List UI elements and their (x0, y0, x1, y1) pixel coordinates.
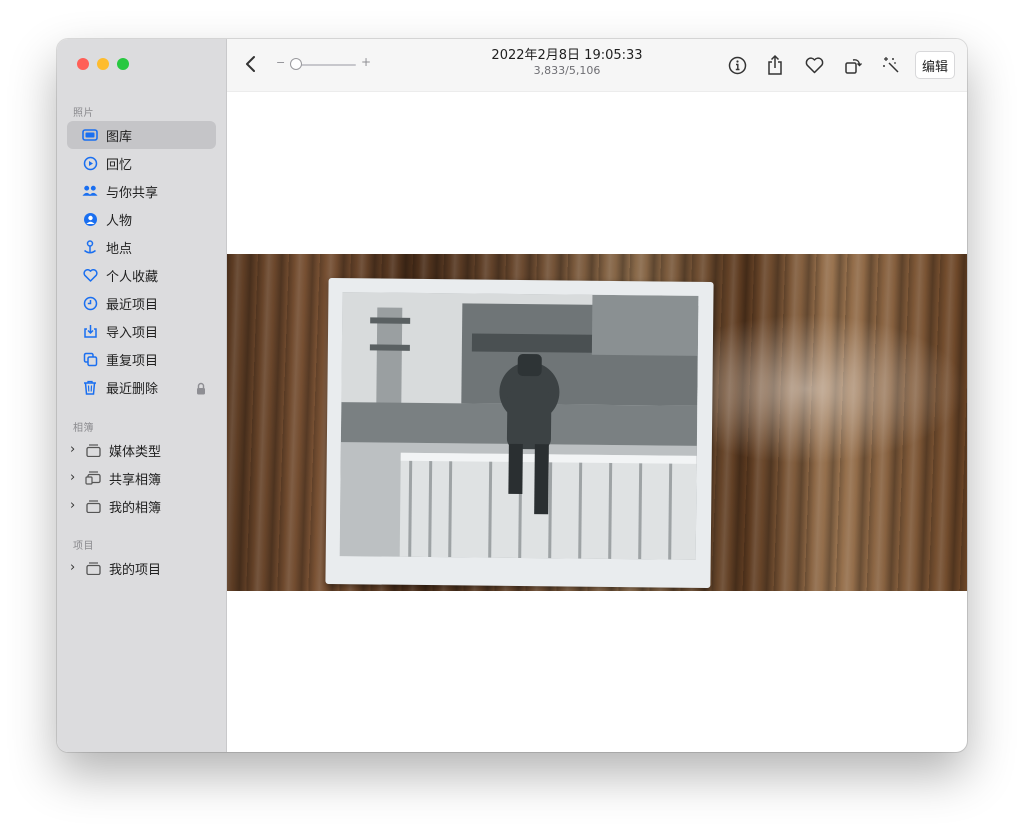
sidebar-item-label: 人物 (106, 213, 133, 229)
shared-with-you-icon (82, 183, 98, 199)
folder-icon (85, 442, 101, 458)
section-label-photos: 照片 (73, 108, 94, 119)
share-icon[interactable] (763, 53, 787, 77)
photos-window: 照片 图库 回忆 与你共享 人物 地点 个人收藏 最近项目 导入项目 重复项目 … (57, 39, 967, 752)
black-white-photo (339, 292, 699, 560)
sidebar-item-shared-with-you[interactable]: 与你共享 (67, 177, 216, 205)
sidebar-item-favorites[interactable]: 个人收藏 (67, 261, 216, 289)
sidebar-item-label: 共享相簿 (109, 472, 162, 488)
zoom-in-label: + (361, 55, 372, 69)
sidebar-item-label: 导入项目 (106, 325, 159, 341)
trash-icon (82, 379, 98, 395)
sidebar-item-media-types[interactable]: › 媒体类型 (67, 436, 216, 464)
info-icon[interactable] (725, 53, 749, 77)
sidebar-item-recents[interactable]: 最近项目 (67, 289, 216, 317)
zoom-out-label: − (276, 56, 286, 69)
photo-count: 3,833/5,106 (533, 64, 601, 77)
section-label-albums: 相簿 (73, 423, 94, 434)
sidebar-item-label: 重复项目 (106, 353, 159, 369)
sidebar-item-label: 最近项目 (106, 297, 159, 313)
photo-scene-illustration (339, 292, 699, 560)
sidebar-item-imports[interactable]: 导入项目 (67, 317, 216, 345)
shared-folder-icon (85, 470, 101, 486)
sidebar-item-duplicates[interactable]: 重复项目 (67, 345, 216, 373)
chevron-right-icon[interactable]: › (70, 498, 75, 513)
sidebar-item-label: 地点 (106, 241, 133, 257)
sidebar-item-label: 最近删除 (106, 381, 159, 397)
duplicate-icon (82, 351, 98, 367)
photo-viewer-image[interactable] (227, 254, 967, 591)
sidebar-item-people[interactable]: 人物 (67, 205, 216, 233)
sidebar-item-memories[interactable]: 回忆 (67, 149, 216, 177)
chevron-right-icon[interactable]: › (70, 470, 75, 485)
lock-icon (196, 380, 206, 399)
sidebar-item-my-projects[interactable]: › 我的项目 (67, 554, 216, 582)
sidebar-item-label: 个人收藏 (106, 269, 159, 285)
sidebar-item-label: 我的项目 (109, 562, 162, 578)
zoom-slider[interactable]: − + (276, 55, 376, 73)
old-photo-print (325, 277, 714, 589)
zoom-knob[interactable] (290, 58, 302, 70)
photo-library-icon (82, 127, 98, 143)
section-label-projects: 项目 (73, 541, 94, 552)
toolbar: − + 2022年2月8日 19:05:33 3,833/5,106 编辑 (227, 39, 967, 92)
heart-icon (82, 267, 98, 283)
person-icon (82, 211, 98, 227)
magic-wand-icon[interactable] (879, 53, 903, 77)
sidebar-item-label: 媒体类型 (109, 444, 162, 460)
chevron-right-icon[interactable]: › (70, 442, 75, 457)
sidebar-item-recently-deleted[interactable]: 最近删除 (67, 373, 216, 401)
sidebar: 照片 图库 回忆 与你共享 人物 地点 个人收藏 最近项目 导入项目 重复项目 … (57, 39, 227, 752)
sidebar-item-label: 回忆 (106, 157, 133, 173)
photo-title: 2022年2月8日 19:05:33 3,833/5,106 (457, 47, 677, 78)
clock-icon (82, 295, 98, 311)
chevron-right-icon[interactable]: › (70, 560, 75, 575)
photo-date: 2022年2月8日 19:05:33 (491, 48, 643, 63)
sidebar-item-places[interactable]: 地点 (67, 233, 216, 261)
folder-icon (85, 498, 101, 514)
sidebar-item-my-albums[interactable]: › 我的相簿 (67, 492, 216, 520)
sidebar-item-shared-albums[interactable]: › 共享相簿 (67, 464, 216, 492)
memories-icon (82, 155, 98, 171)
sidebar-item-label: 与你共享 (106, 185, 159, 201)
close-window-button[interactable] (77, 58, 89, 70)
rotate-icon[interactable] (841, 53, 865, 77)
sidebar-item-library[interactable]: 图库 (67, 121, 216, 149)
edit-button[interactable]: 编辑 (915, 51, 955, 79)
sidebar-item-label: 图库 (106, 129, 133, 145)
sidebar-item-label: 我的相簿 (109, 500, 162, 516)
chevron-left-icon[interactable] (244, 54, 258, 78)
zoom-window-button[interactable] (117, 58, 129, 70)
location-pin-icon (82, 239, 98, 255)
favorite-heart-icon[interactable] (802, 53, 826, 77)
folder-icon (85, 560, 101, 576)
import-icon (82, 323, 98, 339)
minimize-window-button[interactable] (97, 58, 109, 70)
